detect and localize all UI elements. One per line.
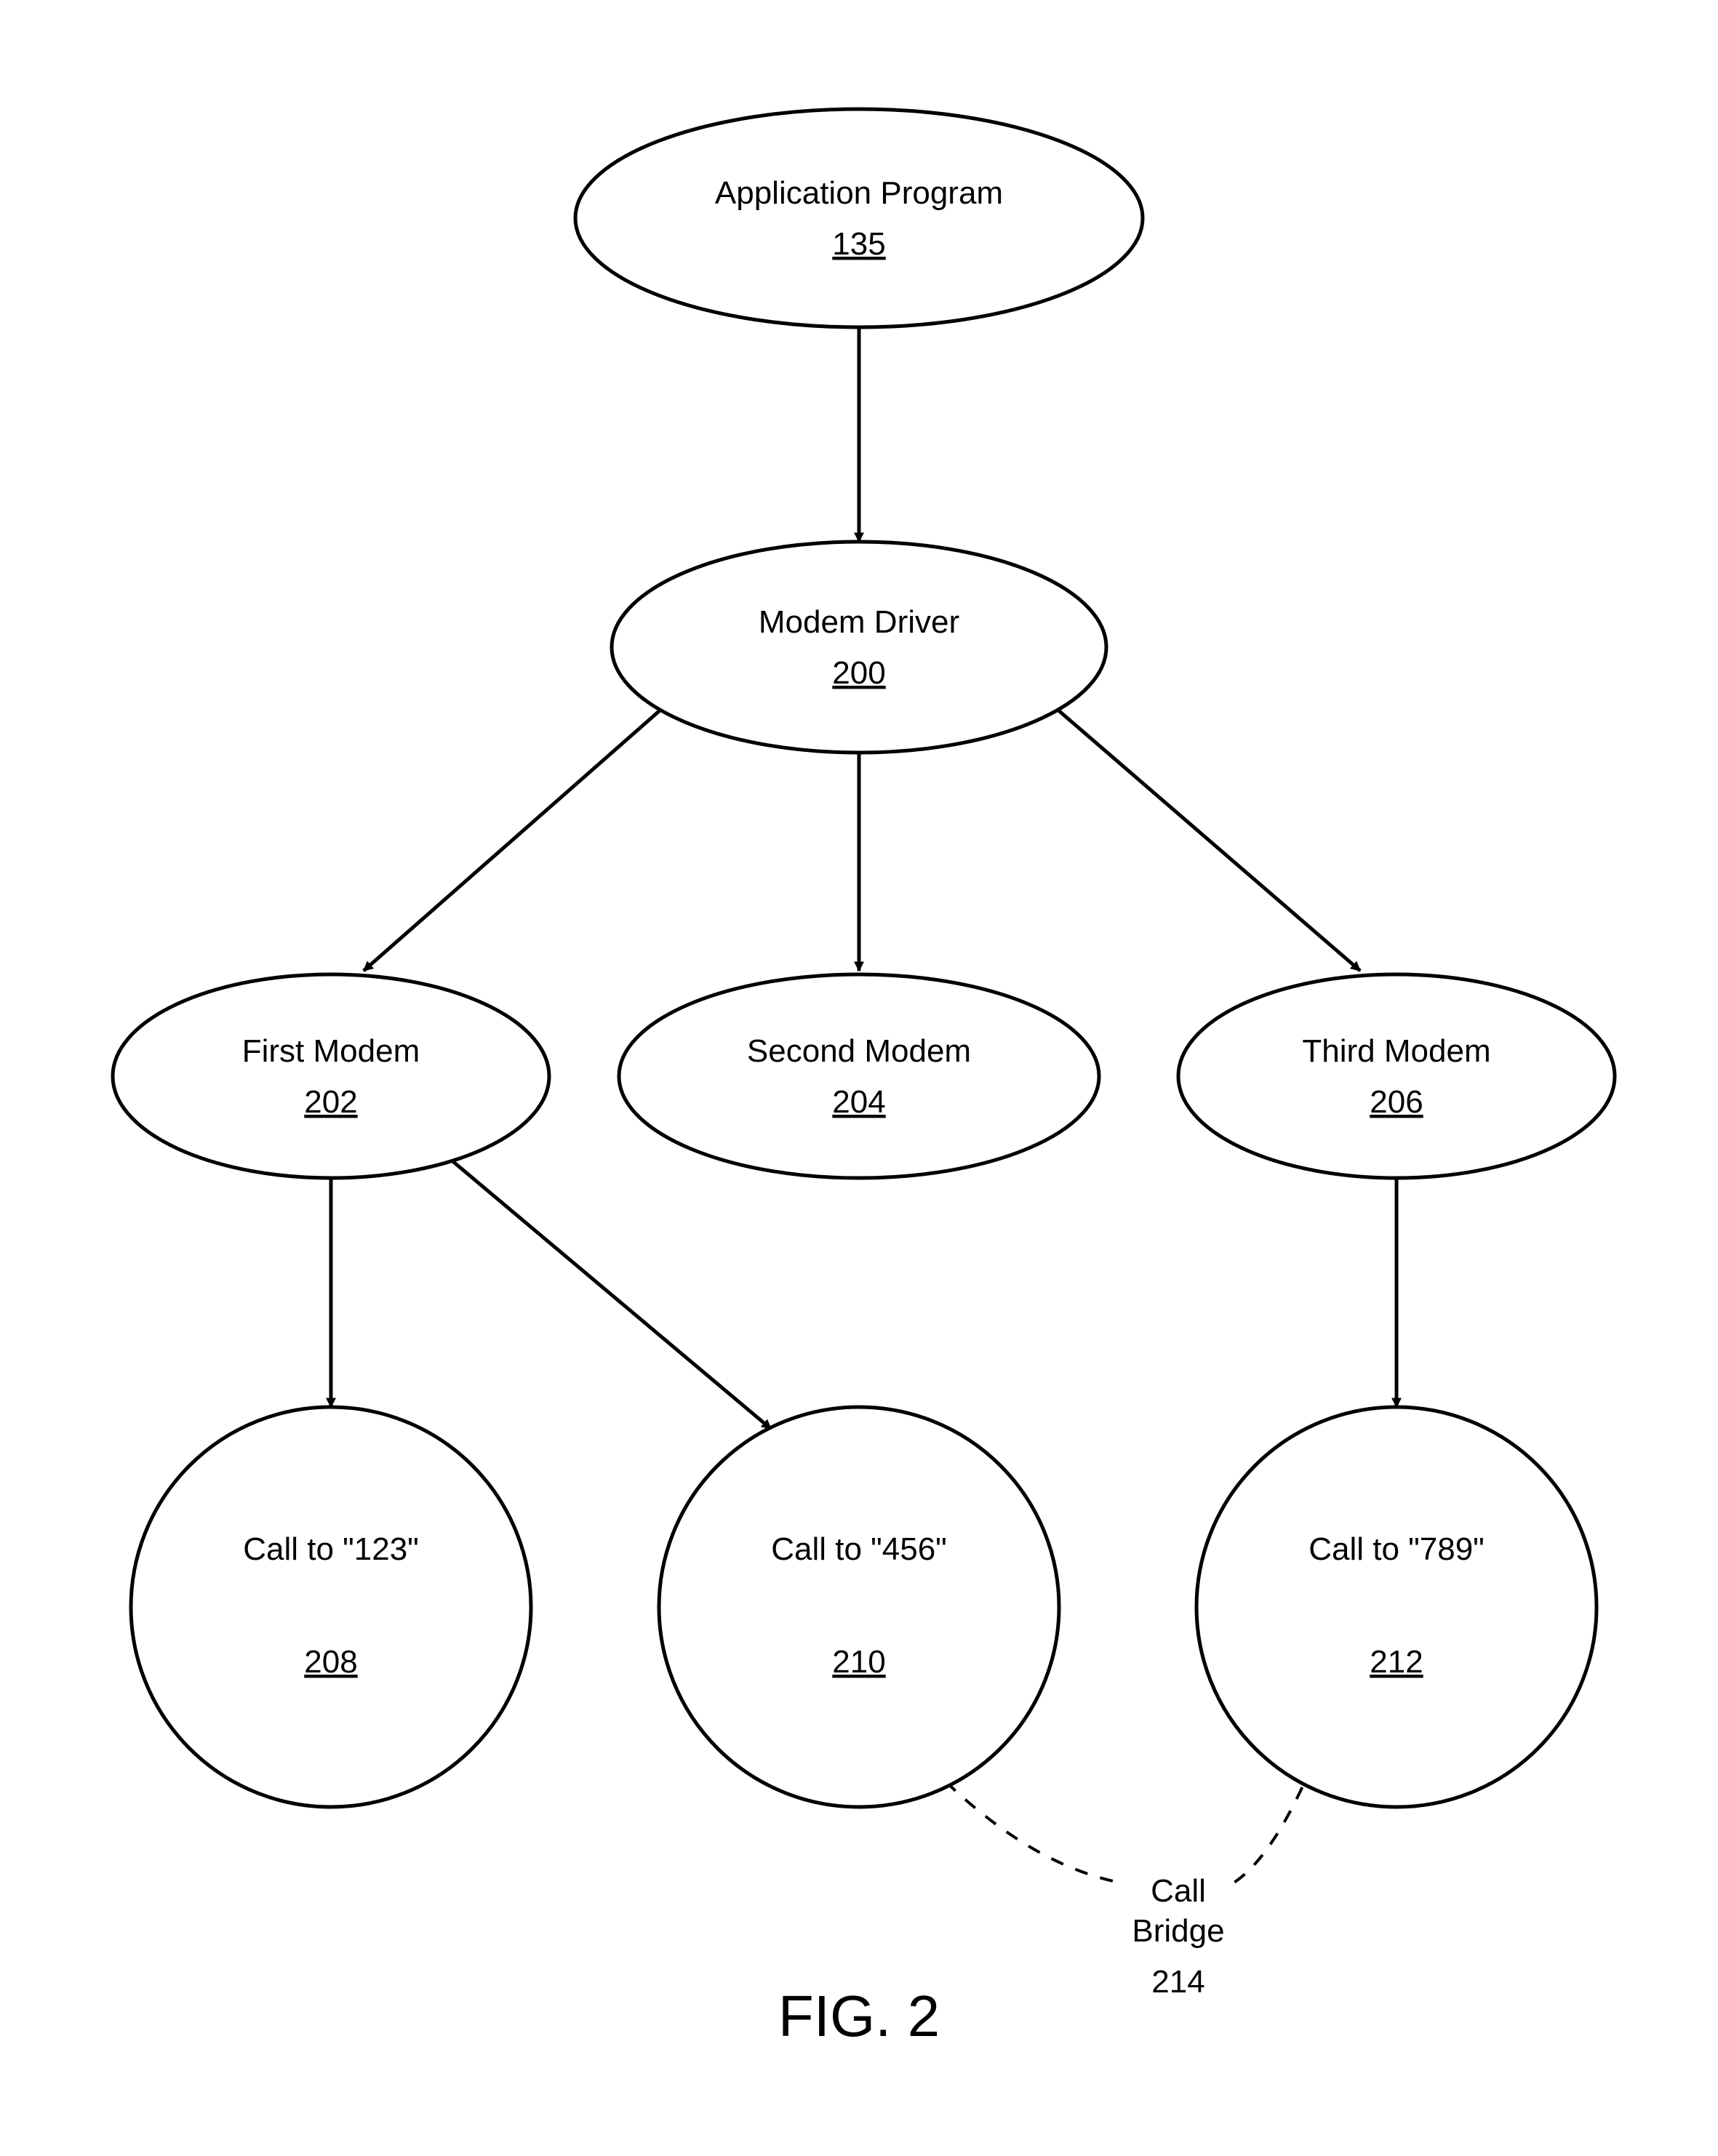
node-second-modem: Second Modem 204 <box>619 974 1099 1178</box>
driver-label: Modem Driver <box>759 604 959 640</box>
edge-driver-modem3 <box>1036 691 1360 971</box>
call789-ref: 212 <box>1370 1644 1423 1680</box>
node-call-123: Call to "123" 208 <box>131 1407 531 1807</box>
call456-label: Call to "456" <box>771 1531 947 1567</box>
node-first-modem: First Modem 202 <box>113 974 549 1178</box>
modem1-label: First Modem <box>242 1033 420 1069</box>
figure-label: FIG. 2 <box>778 1984 940 2048</box>
modem1-ref: 202 <box>304 1084 357 1120</box>
modem2-label: Second Modem <box>747 1033 971 1069</box>
edge-modem1-call456 <box>451 1160 771 1429</box>
app-ref: 135 <box>832 226 885 262</box>
modem3-label: Third Modem <box>1302 1033 1490 1069</box>
call-bridge-label: Call Bridge 214 <box>1132 1873 1224 2000</box>
modem3-ref: 206 <box>1370 1084 1423 1120</box>
node-modem-driver: Modem Driver 200 <box>612 542 1106 753</box>
driver-ref: 200 <box>832 655 885 691</box>
bridge-line2: Bridge <box>1132 1913 1224 1949</box>
node-third-modem: Third Modem 206 <box>1178 974 1615 1178</box>
modem2-ref: 204 <box>832 1084 885 1120</box>
node-call-456: Call to "456" 210 <box>659 1407 1059 1807</box>
node-call-789: Call to "789" 212 <box>1196 1407 1597 1807</box>
call123-label: Call to "123" <box>243 1531 419 1567</box>
node-application-program: Application Program 135 <box>575 109 1143 327</box>
bridge-ref: 214 <box>1151 1964 1204 2000</box>
call456-ref: 210 <box>832 1644 885 1680</box>
bridge-line1: Call <box>1151 1873 1206 1909</box>
edge-driver-modem1 <box>364 691 682 971</box>
app-label: Application Program <box>715 175 1003 211</box>
call123-ref: 208 <box>304 1644 357 1680</box>
call789-label: Call to "789" <box>1309 1531 1485 1567</box>
